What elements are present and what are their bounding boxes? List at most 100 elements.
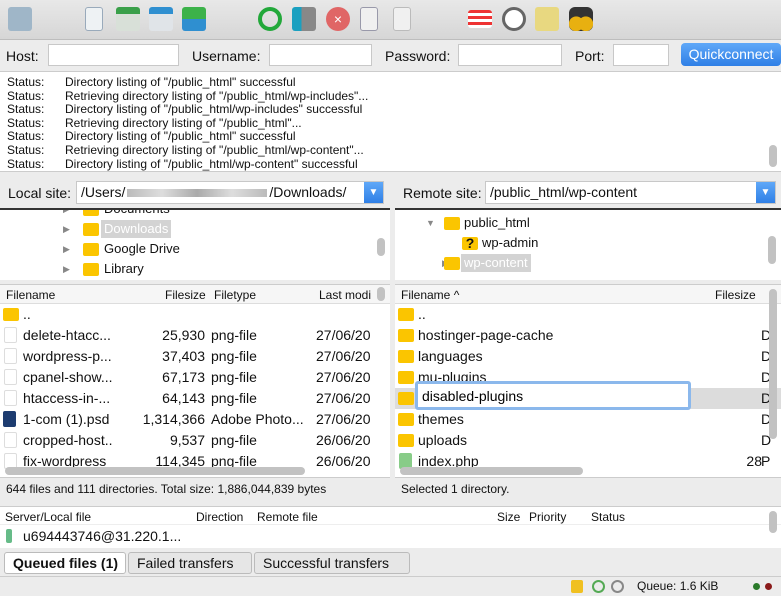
tree-item[interactable]: wp-admin — [482, 234, 538, 252]
col-priority[interactable]: Priority — [529, 510, 566, 524]
queue-scrollbar[interactable] — [769, 511, 777, 533]
queue-header: Server/Local file Direction Remote file … — [0, 507, 781, 525]
queue-row[interactable]: u694443746@31.220.1... — [0, 526, 781, 547]
folder-icon — [398, 413, 414, 426]
refresh-icon[interactable] — [258, 7, 282, 31]
col-size[interactable]: Size — [497, 510, 520, 524]
queue-server: u694443746@31.220.1... — [23, 528, 182, 544]
queue-size: Queue: 1.6 KiB — [637, 579, 719, 593]
file-row[interactable]: .. — [0, 304, 390, 325]
col-remote-file[interactable]: Remote file — [257, 510, 318, 524]
file-row[interactable]: cpanel-show... 67,173 png-file 27/06/20 — [0, 367, 390, 388]
col-server-local-file[interactable]: Server/Local file — [5, 510, 91, 524]
expand-arrow-icon[interactable]: ▶ — [63, 224, 70, 235]
log-scrollbar[interactable] — [769, 145, 777, 167]
log-text: Retrieving directory listing of "/public… — [65, 115, 302, 130]
local-list-hscrollbar[interactable] — [5, 467, 305, 475]
log-label: Status: — [7, 143, 45, 157]
col-status[interactable]: Status — [591, 510, 625, 524]
tree-item[interactable]: Downloads — [101, 220, 172, 238]
remote-tree: ▼public_html?wp-admin▶wp-content — [395, 208, 781, 280]
col-filename[interactable]: Filename ^ — [401, 288, 459, 302]
chevron-down-icon[interactable]: ▼ — [756, 182, 775, 203]
message-log-icon[interactable] — [85, 7, 103, 31]
transfer-queue-icon[interactable] — [182, 7, 206, 31]
chevron-down-icon[interactable]: ▼ — [364, 182, 383, 203]
log-text: Retrieving directory listing of "/public… — [65, 88, 369, 103]
site-manager-icon[interactable] — [8, 7, 32, 31]
tree-item[interactable]: public_html — [464, 214, 530, 232]
remote-site-label: Remote site: — [403, 185, 482, 201]
file-row[interactable]: .. — [395, 304, 781, 325]
search-icon[interactable] — [569, 7, 593, 31]
tab-successful-transfers[interactable]: Successful transfers — [254, 552, 410, 574]
cancel-icon[interactable]: × — [326, 7, 350, 31]
folder-icon — [398, 371, 414, 384]
local-tree-scrollbar[interactable] — [377, 238, 385, 256]
file-row[interactable]: wordpress-p... 37,403 png-file 27/06/20 — [0, 346, 390, 367]
tree-item[interactable]: Documents — [104, 210, 170, 218]
password-input[interactable] — [458, 44, 562, 66]
local-site-combo[interactable]: /Users/ /Downloads/ ▼ — [76, 181, 384, 204]
file-date: 27/06/20 — [316, 411, 371, 427]
local-tree-icon[interactable] — [116, 7, 140, 31]
tab-queued-files[interactable]: Queued files (1) — [4, 552, 126, 574]
remote-list-header: Filename ^ Filesize — [395, 285, 781, 304]
tree-item[interactable]: Google Drive — [104, 240, 180, 258]
tree-item[interactable]: wp-content — [461, 254, 531, 272]
file-row[interactable]: uploads D — [395, 430, 781, 451]
expand-arrow-icon[interactable]: ▶ — [63, 244, 70, 255]
remote-tree-scrollbar[interactable] — [768, 236, 776, 264]
file-name: uploads — [418, 432, 468, 448]
file-row[interactable]: hostinger-page-cache D — [395, 325, 781, 346]
col-direction[interactable]: Direction — [196, 510, 243, 524]
file-size: 37,403 — [162, 348, 205, 364]
col-filetype[interactable]: Filetype — [214, 288, 256, 302]
log-line: Status: Directory listing of "/public_htm… — [7, 75, 296, 89]
reconnect-icon[interactable] — [393, 7, 411, 31]
remote-tree-icon[interactable] — [149, 7, 173, 31]
remote-list-vscrollbar[interactable] — [769, 289, 777, 439]
expand-arrow-icon[interactable]: ▶ — [63, 264, 70, 275]
file-row[interactable]: languages D — [395, 346, 781, 367]
directory-listing-filters-icon[interactable] — [468, 10, 492, 28]
file-name: themes — [418, 411, 464, 427]
tab-failed-transfers[interactable]: Failed transfers — [128, 552, 252, 574]
sync-browse-icon[interactable] — [535, 7, 559, 31]
username-input[interactable] — [269, 44, 372, 66]
disconnect-icon[interactable] — [360, 7, 378, 31]
local-list-vscrollbar[interactable] — [377, 287, 385, 301]
file-row[interactable]: cropped-host.. 9,537 png-file 26/06/20 — [0, 430, 390, 451]
file-row[interactable]: 1-com (1).psd 1,314,366 Adobe Photo... 27/0… — [0, 409, 390, 430]
file-row[interactable]: delete-htacc... 25,930 png-file 27/06/20 — [0, 325, 390, 346]
tree-item[interactable]: Library — [104, 260, 144, 278]
file-row[interactable]: themes D — [395, 409, 781, 430]
compare-icon[interactable] — [502, 7, 526, 31]
col-filesize[interactable]: Filesize — [715, 288, 756, 302]
col-filename[interactable]: Filename — [6, 288, 55, 302]
lock-icon — [571, 580, 583, 593]
file-icon — [4, 390, 17, 406]
port-input[interactable] — [613, 44, 669, 66]
col-last-modified[interactable]: Last modi — [319, 288, 371, 302]
remote-list-hscrollbar[interactable] — [400, 467, 583, 475]
file-icon — [4, 432, 17, 448]
file-date: 27/06/20 — [316, 327, 371, 343]
log-line: Status: Retrieving directory listing of "… — [7, 143, 364, 157]
file-date: 26/06/20 — [316, 453, 371, 469]
remote-site-combo[interactable]: /public_html/wp-content ▼ — [485, 181, 776, 204]
process-queue-icon[interactable] — [292, 7, 316, 31]
file-row[interactable]: htaccess-in-... 64,143 png-file 27/06/20 — [0, 388, 390, 409]
file-name: languages — [418, 348, 483, 364]
log-label: Status: — [7, 75, 45, 89]
quickconnect-button[interactable]: Quickconnect — [681, 43, 781, 66]
expand-arrow-icon[interactable]: ▶ — [63, 210, 70, 215]
host-input[interactable] — [48, 44, 179, 66]
collapse-arrow-icon[interactable]: ▼ — [426, 218, 435, 228]
col-filesize[interactable]: Filesize — [165, 288, 206, 302]
transfer-queue: Server/Local file Direction Remote file … — [0, 506, 781, 548]
rename-input[interactable] — [415, 381, 691, 410]
log-text: Directory listing of "/public_html" succ… — [65, 75, 296, 89]
local-site-bar: Local site: /Users/ /Downloads/ ▼ — [0, 178, 390, 208]
receive-led-icon — [753, 583, 760, 590]
